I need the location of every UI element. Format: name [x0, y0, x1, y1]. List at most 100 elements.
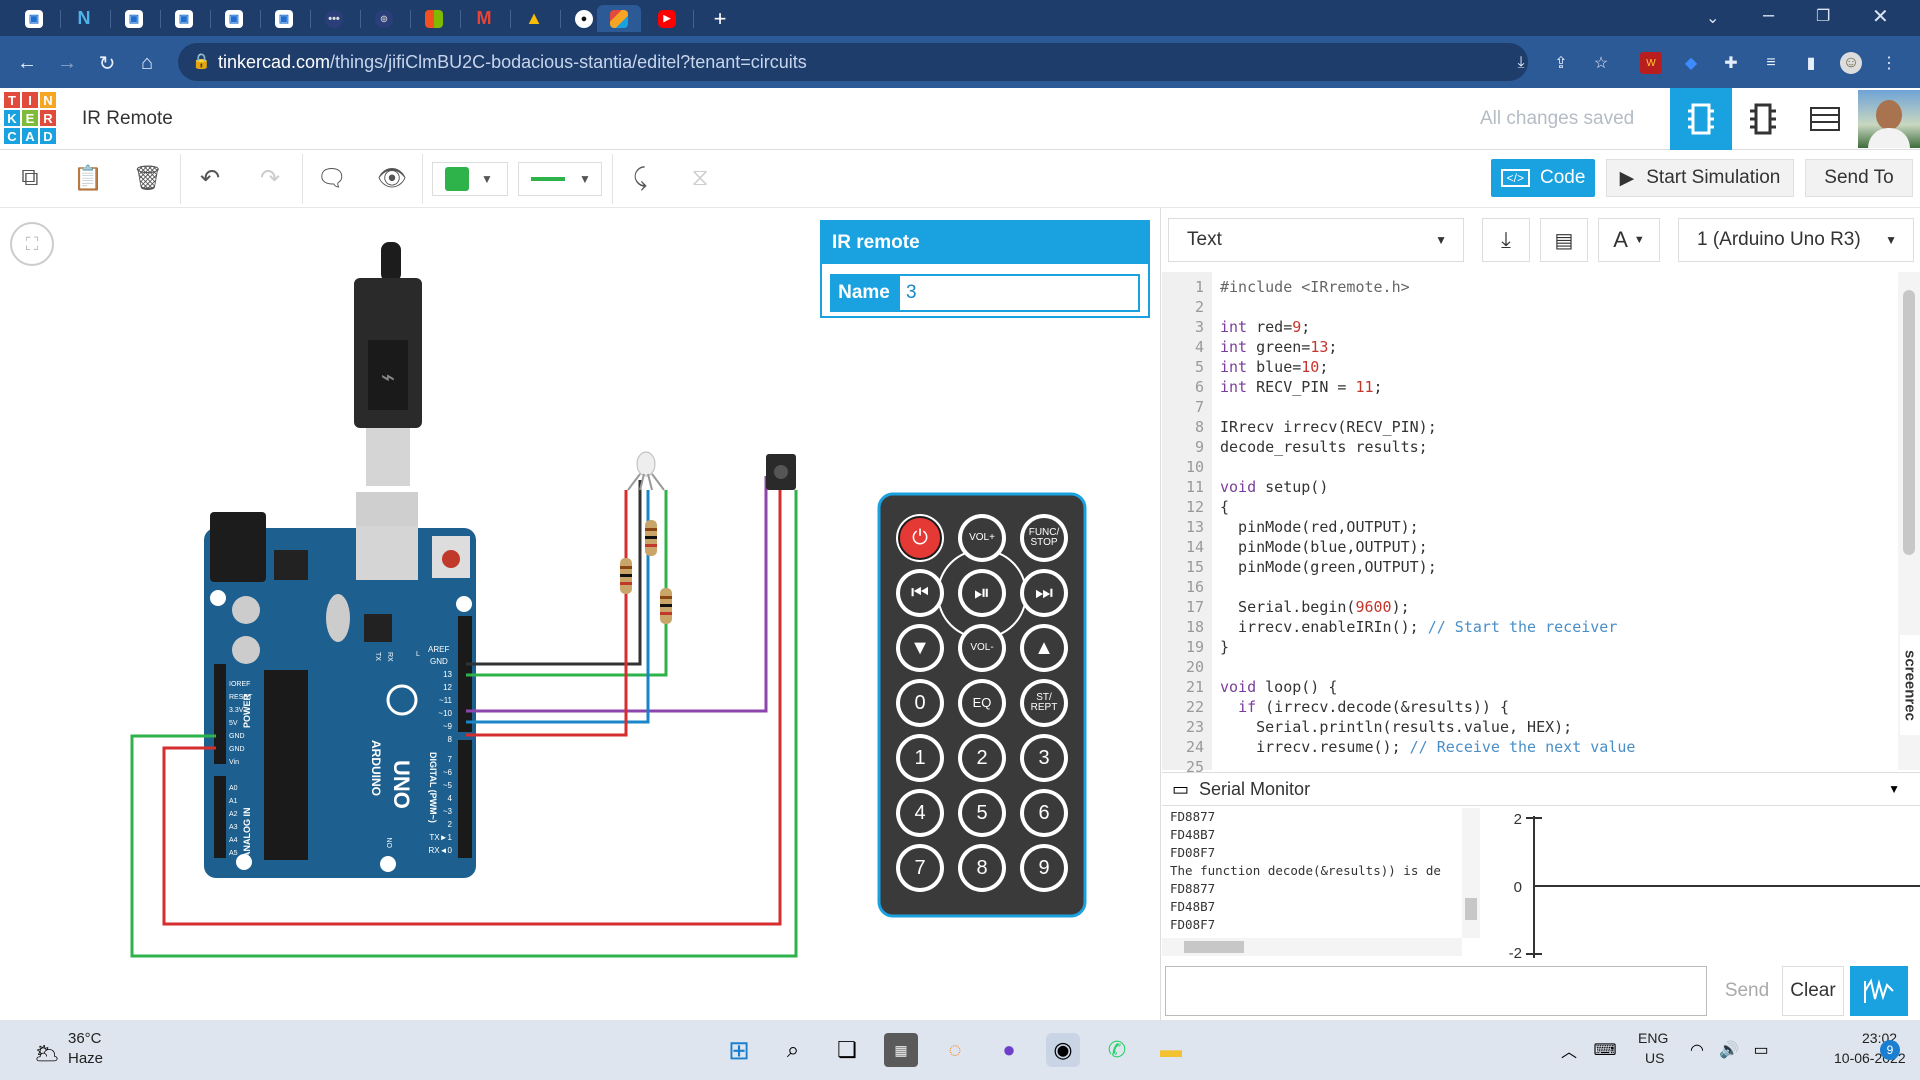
user-avatar[interactable]: [1858, 90, 1920, 148]
extension-shield-icon[interactable]: ◆: [1680, 52, 1702, 74]
tab-search-icon[interactable]: ⌄: [1706, 8, 1719, 28]
url-input[interactable]: 🔒 tinkercad.com/things/jifiClmBU2C-bodac…: [178, 43, 1528, 81]
digit-button-0[interactable]: 0: [898, 681, 942, 725]
serial-send-button[interactable]: Send: [1716, 966, 1778, 1016]
search-icon[interactable]: ⌕: [776, 1033, 810, 1067]
fill-color-picker[interactable]: ▼: [432, 162, 508, 196]
redo-icon[interactable]: ↷: [252, 160, 288, 196]
eq-button[interactable]: EQ: [960, 681, 1004, 725]
component-list-button[interactable]: [1794, 88, 1856, 150]
new-tab-button[interactable]: +: [698, 5, 742, 32]
tinkercad-logo[interactable]: T I N K E R C A D: [3, 91, 57, 145]
browser-tab[interactable]: ◎: [362, 5, 406, 32]
reload-icon[interactable]: ↻: [94, 50, 120, 76]
ir-receiver[interactable]: [766, 454, 796, 490]
vol-up-button[interactable]: VOL+: [960, 516, 1004, 560]
editor-scrollbar-thumb[interactable]: [1903, 290, 1915, 555]
serial-input[interactable]: [1165, 966, 1707, 1016]
vol-down-button[interactable]: VOL-: [960, 626, 1004, 670]
browser-tab[interactable]: ▣: [112, 5, 156, 32]
flip-icon[interactable]: ⧖: [682, 160, 718, 196]
rotate-icon[interactable]: ⤹: [622, 160, 658, 196]
jupyter-icon[interactable]: ◌: [938, 1033, 972, 1067]
serial-scrollbar-thumb[interactable]: [1465, 898, 1477, 920]
home-icon[interactable]: ⌂: [134, 50, 160, 76]
play-pause-button[interactable]: ⏯: [960, 571, 1004, 615]
digit-button-5[interactable]: 5: [960, 791, 1004, 835]
language-region[interactable]: US: [1645, 1050, 1664, 1066]
up-button[interactable]: ▲: [1022, 626, 1066, 670]
chevron-up-icon[interactable]: ︿: [1552, 1033, 1586, 1067]
language-label[interactable]: ENG: [1638, 1030, 1668, 1046]
battery-icon[interactable]: ▭: [1744, 1033, 1778, 1067]
next-button[interactable]: ⏭: [1022, 571, 1066, 615]
arduino-board[interactable]: ARDUINO UNO DIGITAL (PWM~) POWER ANALOG …: [204, 512, 476, 878]
start-icon[interactable]: ⊞: [722, 1033, 756, 1067]
browser-tab[interactable]: •••: [312, 5, 356, 32]
weather-temp[interactable]: 36°C: [68, 1030, 102, 1047]
extension-icon[interactable]: W: [1640, 52, 1662, 74]
notes-icon[interactable]: 🗨: [314, 160, 350, 196]
profile-avatar-icon[interactable]: ☺: [1840, 52, 1862, 74]
volume-icon[interactable]: 🔊: [1712, 1033, 1746, 1067]
restore-icon[interactable]: ❐: [1816, 6, 1830, 26]
digit-button-4[interactable]: 4: [898, 791, 942, 835]
digit-button-8[interactable]: 8: [960, 846, 1004, 890]
previous-button[interactable]: ⏮: [898, 571, 942, 615]
close-icon[interactable]: ✕: [1872, 4, 1889, 29]
back-icon[interactable]: ←: [14, 50, 40, 76]
board-select-dropdown[interactable]: 1 (Arduino Uno R3) ▼: [1678, 218, 1914, 262]
digit-button-3[interactable]: 3: [1022, 736, 1066, 780]
extensions-puzzle-icon[interactable]: ✚: [1720, 52, 1742, 74]
digit-button-9[interactable]: 9: [1022, 846, 1066, 890]
browser-tab[interactable]: [412, 5, 456, 32]
browser-tab[interactable]: ▣: [212, 5, 256, 32]
note-visibility-icon[interactable]: 👁: [374, 160, 410, 196]
chrome-icon[interactable]: ◉: [1046, 1033, 1080, 1067]
down-button[interactable]: ▼: [898, 626, 942, 670]
weather-desc[interactable]: Haze: [68, 1050, 103, 1067]
font-size-button[interactable]: A ▼: [1598, 218, 1660, 262]
browser-tab-active[interactable]: [597, 5, 641, 32]
chevron-down-icon[interactable]: ▼: [1888, 782, 1900, 796]
code-editor[interactable]: 1 2 3 4 5 6 7 8 9 10 11 12 13 14 15 16 1…: [1162, 272, 1920, 776]
power-button[interactable]: ⏻: [898, 516, 942, 560]
browser-menu-icon[interactable]: ⋮: [1878, 52, 1900, 74]
code-mode-dropdown[interactable]: Text ▼: [1168, 218, 1464, 262]
weather-icon[interactable]: 🌥: [30, 1036, 64, 1070]
keyboard-icon[interactable]: ⌨: [1588, 1033, 1622, 1067]
browser-tab[interactable]: ▣: [12, 5, 56, 32]
share-icon[interactable]: ⇪: [1550, 52, 1572, 74]
forward-icon[interactable]: →: [54, 50, 80, 76]
task-view-icon[interactable]: ❏: [830, 1033, 864, 1067]
func-stop-button[interactable]: FUNC/STOP: [1022, 516, 1066, 560]
side-panel-icon[interactable]: ▮: [1800, 52, 1822, 74]
bookmark-star-icon[interactable]: ☆: [1590, 52, 1612, 74]
copy-icon[interactable]: ⧉: [12, 160, 48, 196]
browser-tab[interactable]: N: [62, 5, 106, 32]
delete-icon[interactable]: 🗑: [130, 160, 166, 196]
circuit-view-button[interactable]: [1670, 88, 1732, 150]
browser-tab[interactable]: ▶: [645, 5, 689, 32]
st-rept-button[interactable]: ST/REPT: [1022, 681, 1066, 725]
browser-tab[interactable]: ▣: [262, 5, 306, 32]
code-button[interactable]: </> Code: [1491, 159, 1595, 197]
minimize-icon[interactable]: –: [1763, 4, 1774, 27]
serial-graph-toggle[interactable]: [1850, 966, 1908, 1016]
wire-type-picker[interactable]: ▼: [518, 162, 602, 196]
download-code-button[interactable]: ⤓: [1482, 218, 1530, 262]
serial-hscrollbar[interactable]: [1162, 938, 1462, 956]
digit-button-2[interactable]: 2: [960, 736, 1004, 780]
name-input[interactable]: 3: [898, 274, 1140, 312]
digit-button-1[interactable]: 1: [898, 736, 942, 780]
project-title[interactable]: IR Remote: [82, 108, 173, 130]
photos-app-icon[interactable]: ▦: [884, 1033, 918, 1067]
rgb-led[interactable]: [627, 451, 665, 491]
start-simulation-button[interactable]: ▶ Start Simulation: [1606, 159, 1794, 197]
browser-tab[interactable]: ▣: [162, 5, 206, 32]
serial-monitor-header[interactable]: ▭ Serial Monitor ▼: [1162, 772, 1920, 806]
browser-tab[interactable]: M: [462, 5, 506, 32]
digit-button-7[interactable]: 7: [898, 846, 942, 890]
serial-scrollbar[interactable]: [1462, 808, 1480, 938]
undo-icon[interactable]: ↶: [192, 160, 228, 196]
